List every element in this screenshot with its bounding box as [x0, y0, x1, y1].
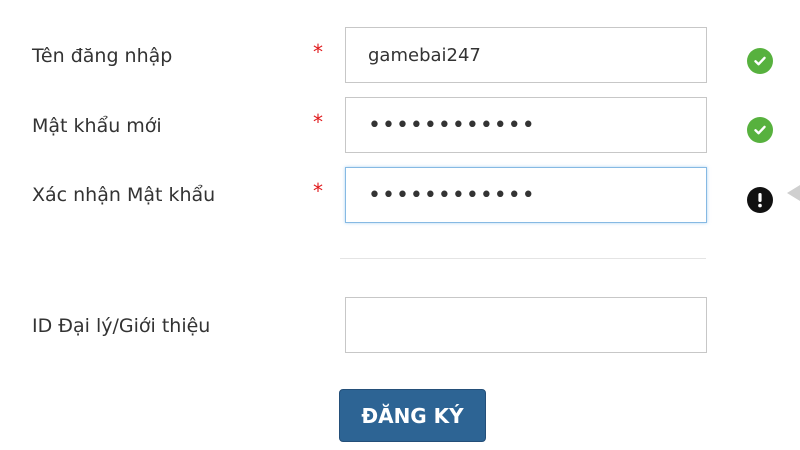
check-circle-icon [747, 48, 773, 74]
registration-form: Tên đăng nhập * Mật khẩu mới * Xác nhận … [0, 0, 800, 450]
new-password-label: Mật khẩu mới [32, 115, 162, 137]
confirm-password-label: Xác nhận Mật khẩu [32, 184, 216, 206]
tooltip-pointer-icon [787, 185, 800, 201]
username-input[interactable] [345, 27, 707, 83]
exclamation-circle-icon [747, 187, 773, 213]
new-password-input[interactable] [345, 97, 707, 153]
username-label: Tên đăng nhập [32, 45, 173, 67]
confirm-password-required-mark: * [313, 179, 323, 203]
referral-label: ID Đại lý/Giới thiệu [32, 315, 211, 337]
register-button[interactable]: ĐĂNG KÝ [339, 389, 486, 442]
username-required-mark: * [313, 40, 323, 64]
section-divider [340, 258, 706, 259]
referral-input[interactable] [345, 297, 707, 353]
confirm-password-input[interactable] [345, 167, 707, 223]
new-password-required-mark: * [313, 110, 323, 134]
check-circle-icon [747, 117, 773, 143]
